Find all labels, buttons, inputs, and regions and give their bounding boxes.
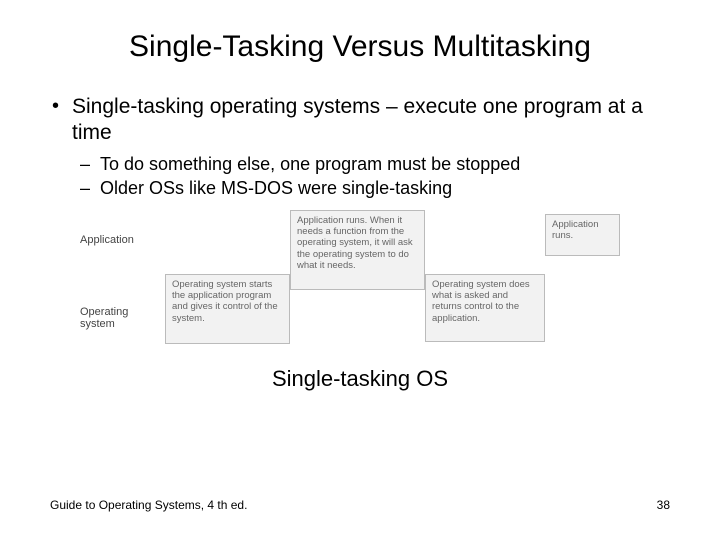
bullet-level1: Single-tasking operating systems – execu… xyxy=(50,94,670,147)
bullet-level2: To do something else, one program must b… xyxy=(50,153,670,176)
diagram-label-application: Application xyxy=(80,234,150,246)
diagram-box-os-start: Operating system starts the application … xyxy=(165,274,290,344)
diagram-box-os-does: Operating system does what is asked and … xyxy=(425,274,545,342)
diagram-caption: Single-tasking OS xyxy=(50,366,670,392)
diagram-label-os: Operating system xyxy=(80,306,150,330)
bullet-level2: Older OSs like MS-DOS were single-taskin… xyxy=(50,177,670,200)
slide: Single-Tasking Versus Multitasking Singl… xyxy=(0,0,720,540)
page-number: 38 xyxy=(657,498,670,512)
slide-title: Single-Tasking Versus Multitasking xyxy=(50,30,670,64)
diagram-box-app-asks: Application runs. When it needs a functi… xyxy=(290,210,425,290)
diagram: Application Operating system Operating s… xyxy=(80,214,640,354)
bullet-list: Single-tasking operating systems – execu… xyxy=(50,94,670,200)
footer-source: Guide to Operating Systems, 4 th ed. xyxy=(50,498,247,512)
diagram-box-app-runs: Application runs. xyxy=(545,214,620,256)
